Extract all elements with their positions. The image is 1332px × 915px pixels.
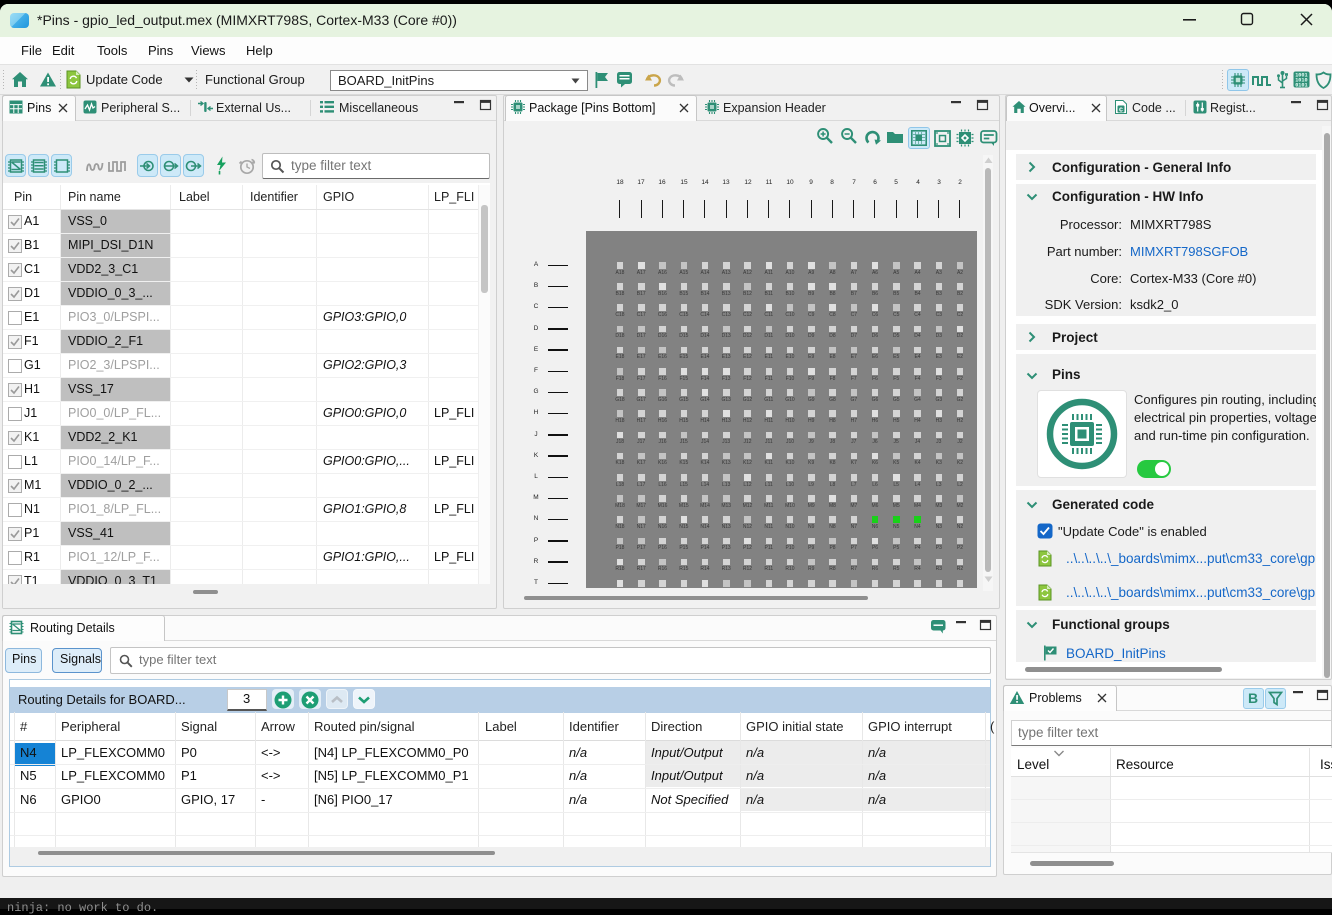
svg-text:0101: 0101 (1295, 83, 1307, 89)
svg-text:c: c (1119, 107, 1123, 114)
